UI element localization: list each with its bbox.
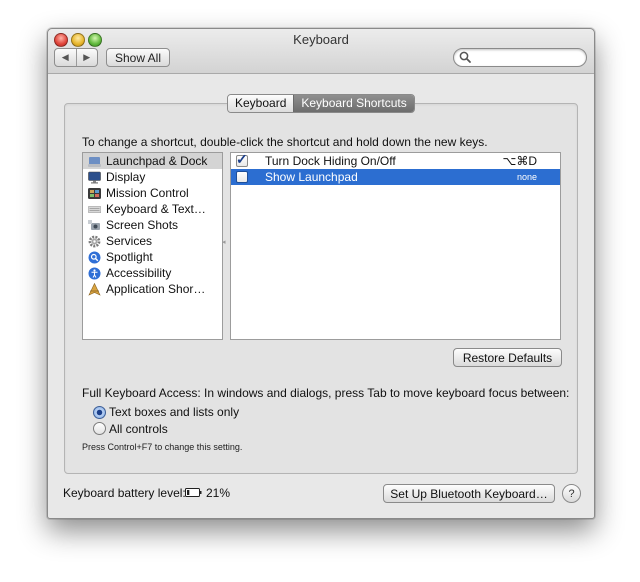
checkmark-icon: ✓ (236, 151, 248, 167)
keyboard-preferences-window: Keyboard ◀ ▶ Show All Keyboard Keyboard … (47, 28, 595, 519)
gear-icon (88, 235, 101, 247)
search-input[interactable] (474, 50, 582, 66)
split-view-handle[interactable]: ◂ (222, 238, 226, 246)
battery-icon (185, 488, 202, 497)
mission-control-icon (88, 187, 101, 199)
keyboard-icon (88, 205, 101, 213)
category-label: Keyboard & Text… (106, 202, 206, 216)
shortcut-row-dock-hiding[interactable]: ✓ Turn Dock Hiding On/Off ⌥⌘D (231, 151, 560, 169)
shortcut-checkbox[interactable] (236, 171, 248, 183)
shortcut-name: Show Launchpad (265, 170, 358, 184)
shortcut-name: Turn Dock Hiding On/Off (265, 154, 396, 168)
tab-bar: Keyboard Keyboard Shortcuts (227, 94, 415, 113)
shortcut-row-show-launchpad[interactable]: Show Launchpad none (231, 169, 560, 185)
battery-value: 21% (206, 486, 231, 500)
tab-keyboard[interactable]: Keyboard (228, 95, 294, 112)
help-button[interactable]: ? (562, 484, 581, 503)
shortcut-checkbox[interactable]: ✓ (236, 151, 248, 167)
category-label: Screen Shots (106, 218, 179, 232)
battery-label: Keyboard battery level: (63, 486, 186, 500)
radio-all-controls[interactable] (93, 422, 106, 435)
category-item-spotlight[interactable]: Spotlight (83, 249, 222, 265)
keyboard-access-note: Press Control+F7 to change this setting. (82, 442, 243, 452)
launchpad-dock-icon (88, 156, 101, 167)
category-label: Application Shor… (106, 282, 206, 296)
category-item-mission-control[interactable]: Mission Control (83, 185, 222, 201)
title-bar: Keyboard ◀ ▶ Show All (48, 29, 594, 74)
setup-bluetooth-keyboard-button[interactable]: Set Up Bluetooth Keyboard… (383, 484, 555, 503)
category-item-launchpad-dock[interactable]: Launchpad & Dock (83, 153, 222, 169)
full-keyboard-access-label: Full Keyboard Access: In windows and dia… (82, 386, 570, 400)
category-label: Launchpad & Dock (106, 154, 208, 168)
shortcut-key[interactable]: ⌥⌘D (503, 154, 538, 168)
category-item-application-shortcuts[interactable]: Application Shor… (83, 281, 222, 297)
category-item-accessibility[interactable]: Accessibility (83, 265, 222, 281)
restore-defaults-button[interactable]: Restore Defaults (453, 348, 562, 367)
app-shortcuts-icon (88, 282, 101, 296)
category-label: Accessibility (106, 266, 172, 280)
radio-text-boxes-lists[interactable] (93, 406, 106, 419)
category-item-screen-shots[interactable]: Screen Shots (83, 217, 222, 233)
category-item-display[interactable]: Display (83, 169, 222, 185)
window-title: Keyboard (293, 32, 349, 47)
show-all-button[interactable]: Show All (106, 48, 170, 67)
radio-label: Text boxes and lists only (109, 405, 240, 419)
category-label: Services (106, 234, 153, 248)
spotlight-icon (88, 251, 101, 263)
instruction-text: To change a shortcut, double-click the s… (82, 135, 488, 149)
category-item-keyboard-text[interactable]: Keyboard & Text… (83, 201, 222, 217)
screenshot-icon (88, 219, 100, 230)
back-forward-buttons: ◀ ▶ (54, 48, 98, 67)
search-icon (459, 51, 471, 63)
forward-button[interactable]: ▶ (75, 49, 98, 66)
shortcut-list[interactable]: ✓ Turn Dock Hiding On/Off ⌥⌘D Show Launc… (230, 152, 561, 340)
back-button[interactable]: ◀ (55, 49, 76, 66)
category-label: Spotlight (106, 250, 153, 264)
category-label: Display (106, 170, 146, 184)
category-list[interactable]: Launchpad & Dock Display Mission Control (82, 152, 223, 340)
accessibility-icon (88, 267, 101, 279)
shortcut-key[interactable]: none (517, 172, 537, 182)
display-icon (88, 171, 101, 183)
radio-label: All controls (109, 422, 168, 436)
tab-keyboard-shortcuts[interactable]: Keyboard Shortcuts (293, 95, 414, 112)
category-label: Mission Control (106, 186, 189, 200)
search-field[interactable] (453, 48, 587, 67)
category-item-services[interactable]: Services (83, 233, 222, 249)
